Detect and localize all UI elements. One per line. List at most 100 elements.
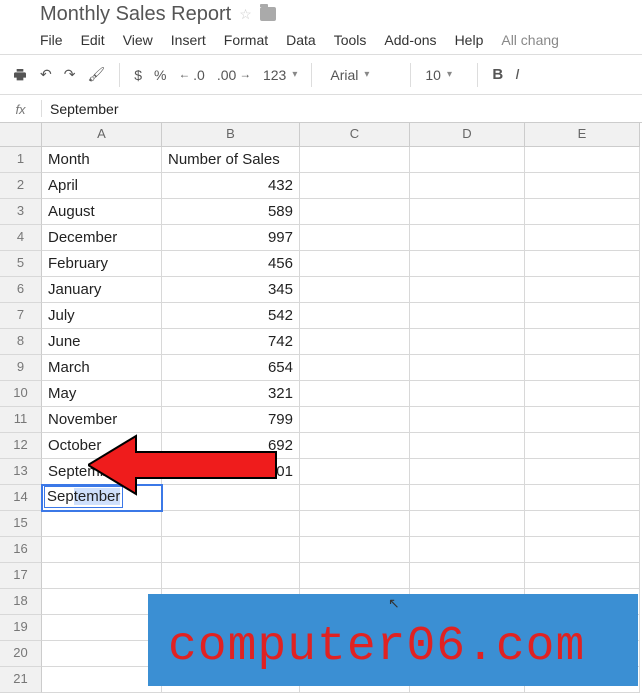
cell[interactable] (410, 433, 525, 459)
row-header[interactable]: 13 (0, 459, 42, 485)
cell[interactable] (42, 563, 162, 589)
cell[interactable]: Number of Sales (162, 147, 300, 173)
folder-icon[interactable] (260, 7, 276, 21)
cell[interactable] (42, 667, 162, 693)
row-header[interactable]: 15 (0, 511, 42, 537)
cell[interactable]: 601 (162, 459, 300, 485)
cell[interactable]: 742 (162, 329, 300, 355)
row-header[interactable]: 18 (0, 589, 42, 615)
cell[interactable] (410, 277, 525, 303)
cell[interactable] (525, 329, 640, 355)
cell[interactable]: 997 (162, 225, 300, 251)
select-all-corner[interactable] (0, 123, 42, 147)
cell[interactable] (300, 511, 410, 537)
menu-file[interactable]: File (40, 32, 63, 48)
menu-edit[interactable]: Edit (81, 32, 105, 48)
cell[interactable] (410, 355, 525, 381)
cell[interactable] (410, 563, 525, 589)
cell[interactable] (410, 329, 525, 355)
row-header[interactable]: 21 (0, 667, 42, 693)
cell[interactable]: Month (42, 147, 162, 173)
column-header-B[interactable]: B (162, 123, 300, 147)
menu-view[interactable]: View (123, 32, 153, 48)
menu-insert[interactable]: Insert (171, 32, 206, 48)
cell[interactable] (525, 225, 640, 251)
font-size-dropdown[interactable]: 10 (425, 67, 463, 83)
cell[interactable] (42, 589, 162, 615)
row-header[interactable]: 4 (0, 225, 42, 251)
cell[interactable]: November (42, 407, 162, 433)
cell[interactable]: September (42, 485, 162, 511)
cell[interactable] (42, 641, 162, 667)
cell[interactable]: June (42, 329, 162, 355)
row-header[interactable]: 7 (0, 303, 42, 329)
cell[interactable] (300, 173, 410, 199)
cell[interactable] (300, 537, 410, 563)
decrease-decimal-button[interactable]: ←.0 (179, 67, 205, 83)
cell[interactable]: September (42, 459, 162, 485)
row-header[interactable]: 6 (0, 277, 42, 303)
cell[interactable]: July (42, 303, 162, 329)
undo-icon[interactable]: ↶ (40, 66, 52, 83)
column-header-A[interactable]: A (42, 123, 162, 147)
row-header[interactable]: 8 (0, 329, 42, 355)
cell[interactable] (410, 173, 525, 199)
cell[interactable] (525, 199, 640, 225)
cell[interactable] (525, 173, 640, 199)
cell[interactable] (410, 303, 525, 329)
row-header[interactable]: 3 (0, 199, 42, 225)
row-header[interactable]: 17 (0, 563, 42, 589)
paint-format-icon[interactable]: 🖌 (87, 66, 105, 83)
cell[interactable] (525, 407, 640, 433)
row-header[interactable]: 1 (0, 147, 42, 173)
cell[interactable] (300, 433, 410, 459)
row-header[interactable]: 11 (0, 407, 42, 433)
cell[interactable] (410, 381, 525, 407)
column-header-E[interactable]: E (525, 123, 640, 147)
cell[interactable] (300, 199, 410, 225)
doc-title[interactable]: Monthly Sales Report (40, 3, 231, 26)
row-header[interactable]: 5 (0, 251, 42, 277)
row-header[interactable]: 14 (0, 485, 42, 511)
menu-tools[interactable]: Tools (334, 32, 367, 48)
row-header[interactable]: 16 (0, 537, 42, 563)
cell[interactable] (300, 303, 410, 329)
cell[interactable] (300, 485, 410, 511)
cell[interactable] (300, 251, 410, 277)
cell[interactable] (410, 537, 525, 563)
cell[interactable]: 321 (162, 381, 300, 407)
cell[interactable]: 432 (162, 173, 300, 199)
row-header[interactable]: 20 (0, 641, 42, 667)
cell[interactable] (525, 303, 640, 329)
last-edit-link[interactable]: All chang (501, 32, 559, 48)
cell[interactable]: March (42, 355, 162, 381)
cell[interactable] (162, 537, 300, 563)
cell[interactable] (162, 485, 300, 511)
currency-button[interactable]: $ (134, 67, 142, 83)
cell[interactable] (410, 511, 525, 537)
cell[interactable] (300, 277, 410, 303)
formula-input[interactable] (42, 99, 642, 119)
font-family-dropdown[interactable]: Arial (326, 67, 396, 83)
cell[interactable] (300, 407, 410, 433)
star-icon[interactable]: ☆ (239, 6, 252, 23)
cell[interactable]: April (42, 173, 162, 199)
cell[interactable] (410, 251, 525, 277)
cell[interactable] (300, 459, 410, 485)
number-format-dropdown[interactable]: 123 (263, 67, 297, 83)
cell[interactable] (410, 147, 525, 173)
row-header[interactable]: 19 (0, 615, 42, 641)
cell[interactable] (410, 459, 525, 485)
cell[interactable]: December (42, 225, 162, 251)
cell[interactable]: 654 (162, 355, 300, 381)
row-header[interactable]: 9 (0, 355, 42, 381)
menu-data[interactable]: Data (286, 32, 316, 48)
cell[interactable] (300, 329, 410, 355)
cell[interactable] (300, 355, 410, 381)
cell[interactable]: January (42, 277, 162, 303)
cell[interactable] (525, 147, 640, 173)
cell[interactable] (410, 485, 525, 511)
cell[interactable] (525, 537, 640, 563)
cell[interactable]: August (42, 199, 162, 225)
cell[interactable] (525, 511, 640, 537)
